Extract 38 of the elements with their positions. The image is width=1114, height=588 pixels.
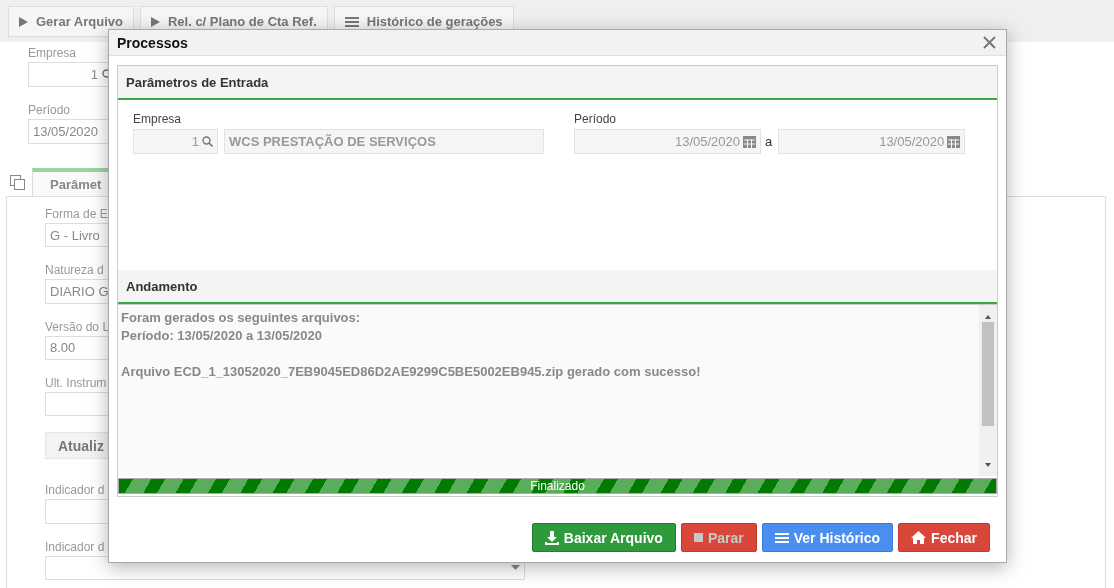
caret-icon [511, 565, 520, 571]
separator-text: a [765, 134, 773, 149]
field-label: Período [28, 103, 71, 117]
progress-status: Finalizado [530, 479, 585, 493]
field-label: Versão do L [45, 319, 110, 334]
calendar-icon [947, 135, 961, 148]
field-label: Natureza d [45, 263, 104, 278]
toolbar-button[interactable]: Gerar Arquivo [8, 6, 134, 37]
field-label: Período [574, 112, 618, 126]
log-line: Foram gerados os seguintes arquivos: [121, 309, 362, 327]
section-title: Andamento [126, 278, 198, 294]
menu-icon [774, 532, 789, 543]
field-label: Indicador d [45, 483, 105, 498]
field-label: Forma de E [45, 207, 108, 221]
dialog-button[interactable]: Fechar [898, 523, 990, 552]
copy-icon[interactable] [10, 175, 25, 190]
dialog-button[interactable]: Ver Histórico [761, 523, 894, 552]
log-area[interactable]: Foram gerados os seguintes arquivos: Período: 13/05/2020 a 13/05/2020 Arquivo ECD_1_13052020_7EB9045ED86D2AE9299C5BE5002EB945.zip gerado com sucesso! [118, 304, 997, 476]
download-icon [544, 530, 559, 545]
section-title: Parâmetros de Entrada [126, 74, 269, 90]
field-label: Ult. Instrum [45, 375, 107, 390]
search-icon [202, 136, 213, 147]
calendar-icon [743, 135, 756, 148]
stop-icon [693, 533, 703, 542]
log-line: Período: 13/05/2020 a 13/05/2020 [121, 327, 323, 345]
field-label: Indicador d [45, 539, 105, 554]
home-icon [911, 531, 927, 544]
play-icon [19, 16, 28, 27]
field-label: Empresa [28, 46, 77, 60]
tab[interactable]: Parâmet [32, 168, 110, 196]
close-icon[interactable] [983, 36, 996, 49]
menu-icon [344, 16, 359, 27]
field-label: Empresa [133, 112, 183, 126]
dialog-title: Processos [117, 34, 188, 51]
play-icon [150, 16, 160, 27]
scrollbar[interactable] [979, 305, 997, 476]
dialog-button[interactable]: Baixar Arquivo [531, 523, 676, 552]
log-line: Arquivo ECD_1_13052020_7EB9045ED86D2AE9299C5BE5002EB945.zip gerado com sucesso! [121, 363, 702, 381]
